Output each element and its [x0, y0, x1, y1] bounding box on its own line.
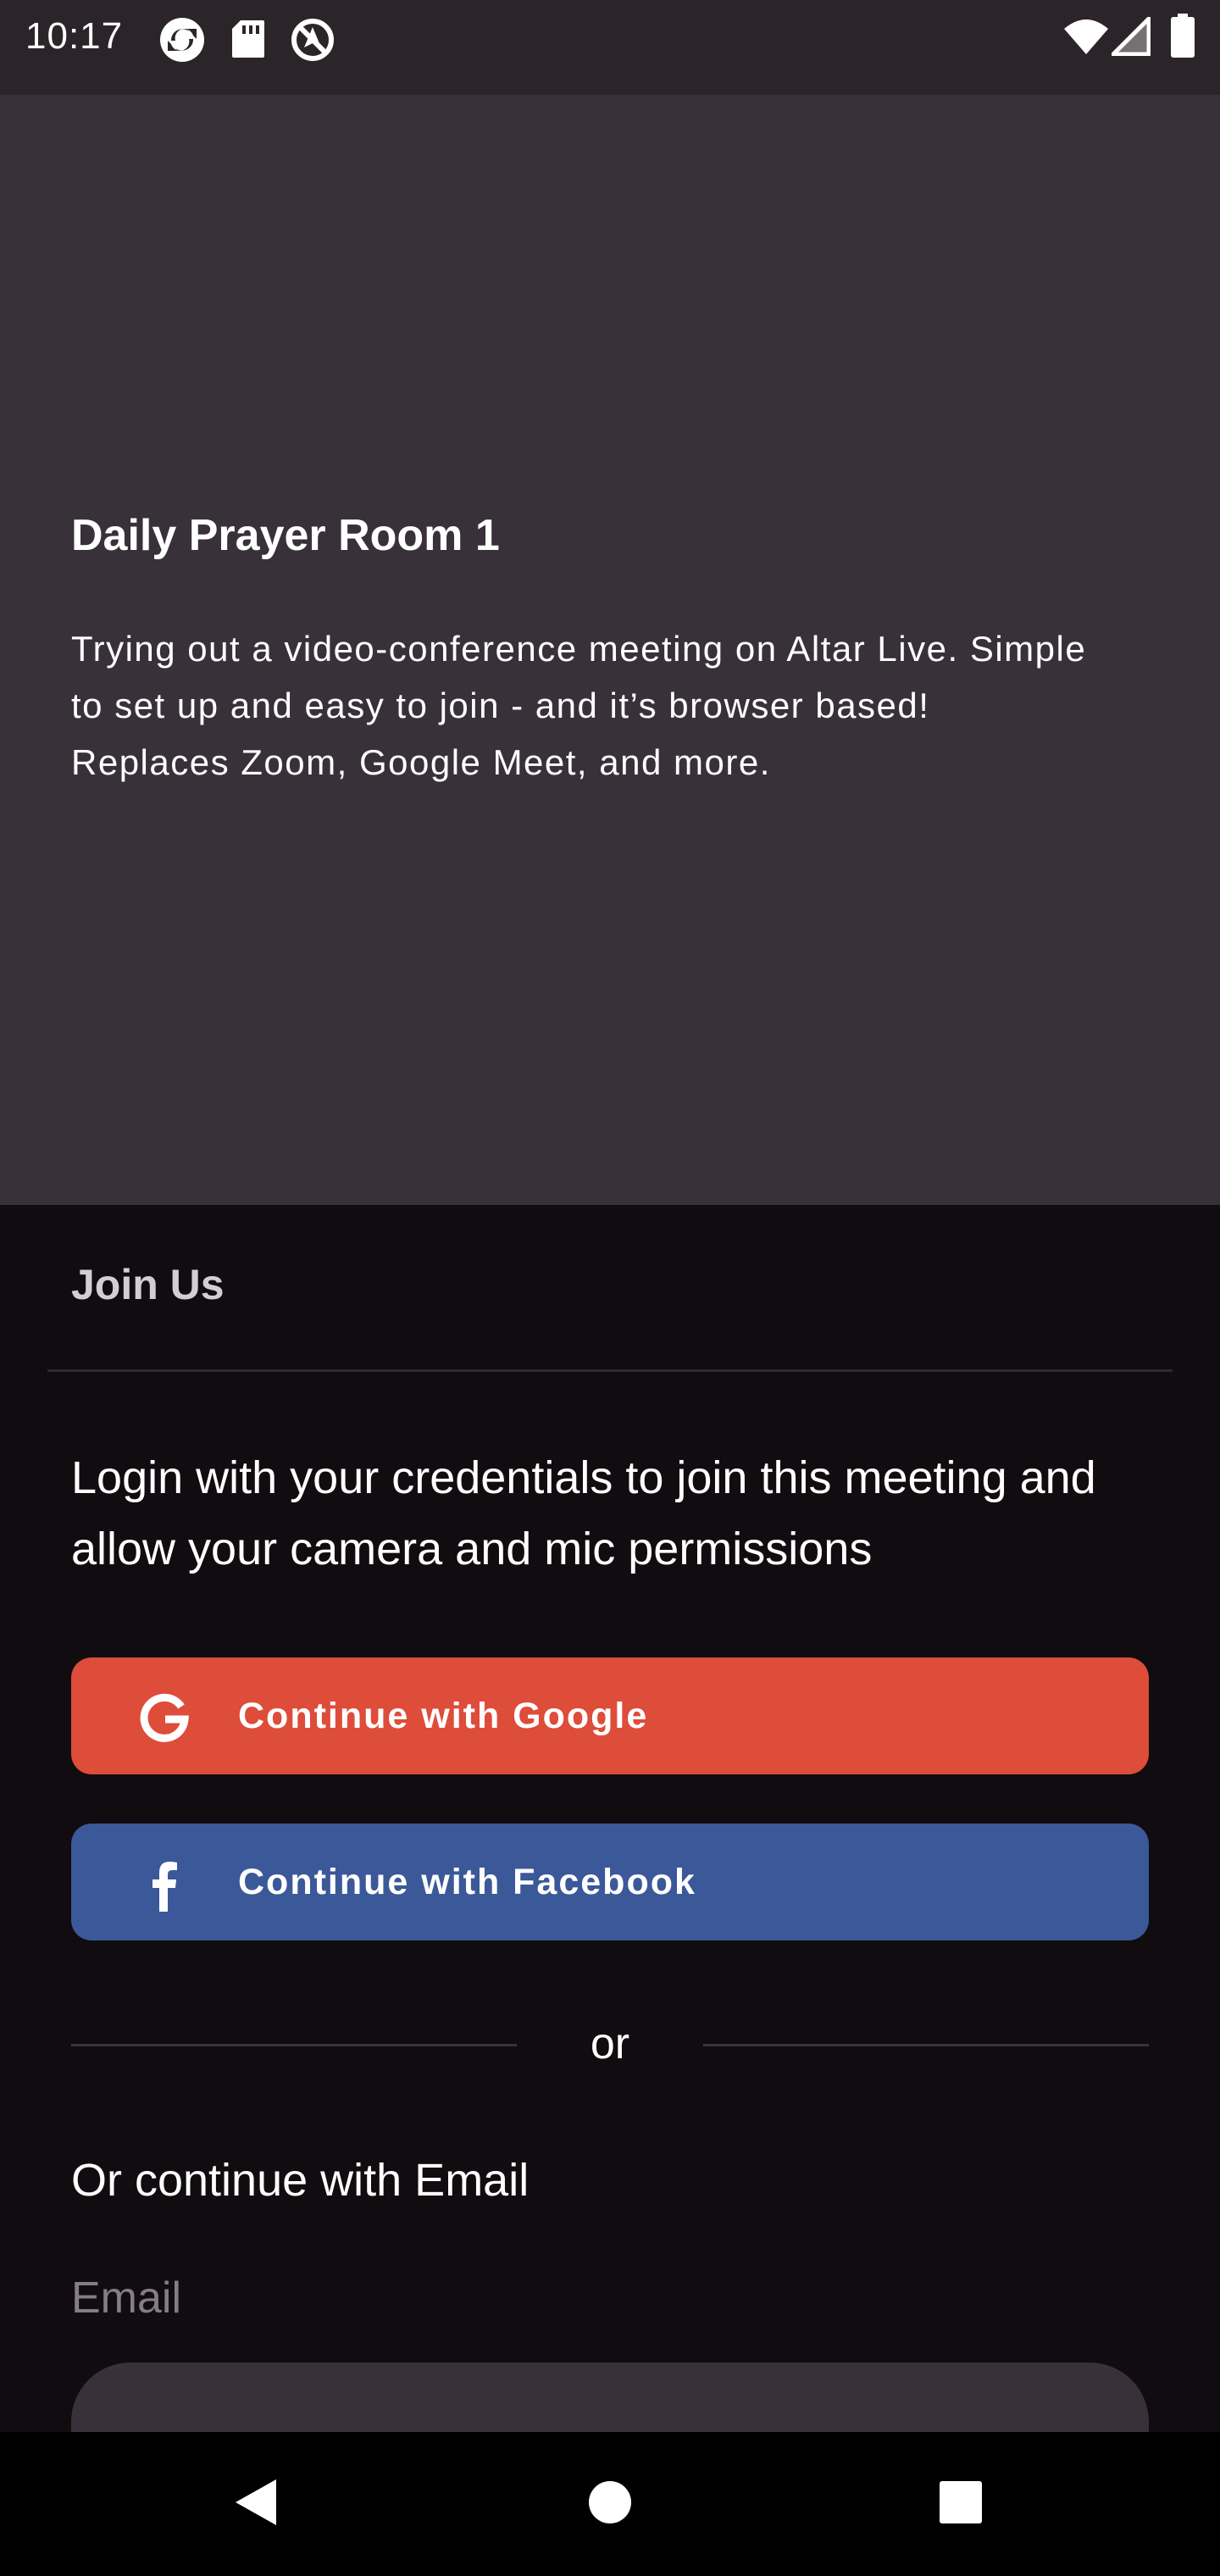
sd-card-icon — [230, 19, 266, 64]
recents-icon — [939, 2480, 983, 2529]
cell-signal-icon — [1111, 16, 1151, 60]
continue-with-facebook-button[interactable]: Continue with Facebook — [71, 1824, 1149, 1940]
or-separator: or — [590, 2019, 630, 2068]
google-button-label: Continue with Google — [238, 1696, 649, 1736]
back-button[interactable] — [191, 2432, 319, 2576]
facebook-button-label: Continue with Facebook — [238, 1862, 696, 1902]
or-divider-left — [71, 2044, 517, 2046]
sync-icon — [158, 15, 207, 69]
login-instructions: Login with your credentials to join this… — [71, 1452, 1096, 1574]
back-icon — [232, 2478, 278, 2531]
email-input[interactable] — [71, 2362, 1149, 2432]
divider — [47, 1369, 1173, 1372]
facebook-icon — [139, 1857, 190, 1912]
continue-with-google-button[interactable]: Continue with Google — [71, 1657, 1149, 1774]
join-panel: Join Us Login with your credentials to j… — [0, 1205, 1220, 2432]
meeting-hero: Daily Prayer Room 1 Trying out a video-c… — [0, 95, 1220, 1205]
no-location-icon — [288, 15, 337, 69]
google-icon — [139, 1691, 190, 1742]
email-section-heading: Or continue with Email — [71, 2155, 530, 2206]
navigation-bar — [0, 2432, 1220, 2576]
email-label: Email — [71, 2273, 182, 2323]
meeting-description: Trying out a video-conference meeting on… — [71, 629, 1087, 782]
or-divider-right — [703, 2044, 1149, 2046]
home-icon — [588, 2480, 632, 2529]
meeting-title: Daily Prayer Room 1 — [71, 511, 500, 560]
recents-button[interactable] — [897, 2432, 1024, 2576]
status-time: 10:17 — [25, 15, 124, 57]
join-title: Join Us — [71, 1261, 225, 1308]
status-bar: 10:17 — [0, 0, 1220, 95]
wifi-icon — [1062, 17, 1110, 60]
home-button[interactable] — [546, 2432, 674, 2576]
battery-icon — [1171, 14, 1195, 62]
